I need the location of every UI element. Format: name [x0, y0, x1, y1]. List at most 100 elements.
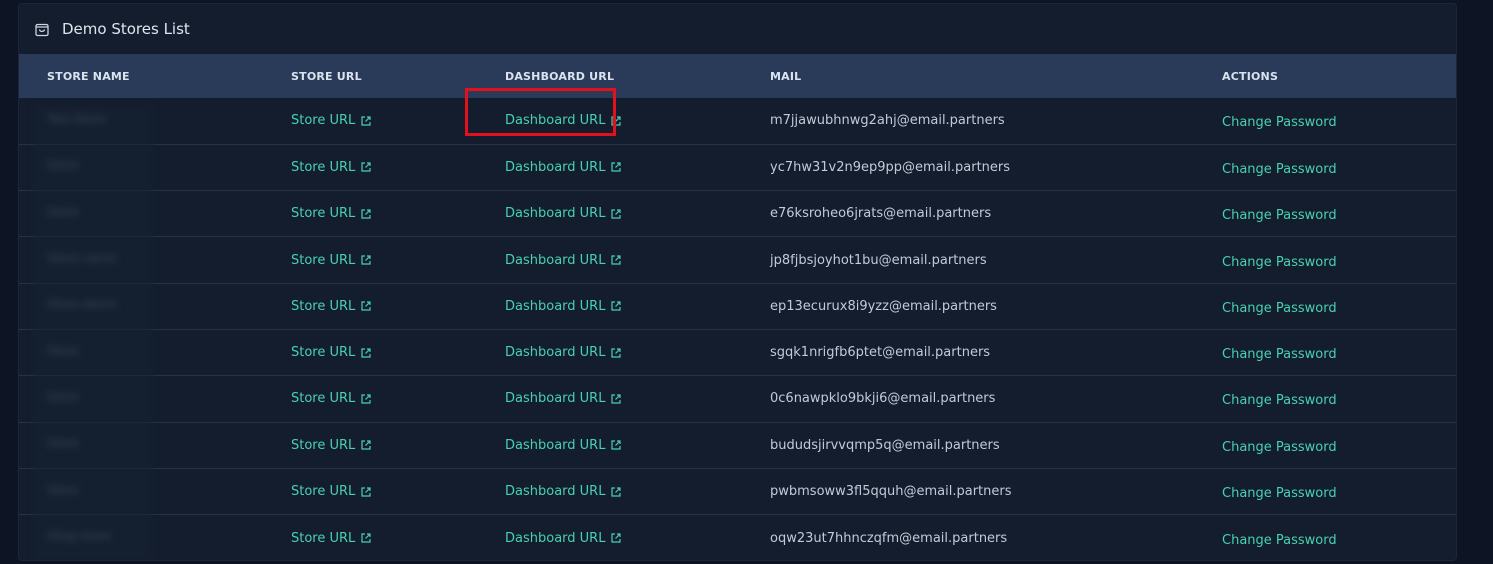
- store-url-link[interactable]: Store URL: [291, 299, 372, 314]
- dashboard-url-link[interactable]: Dashboard URL: [505, 484, 622, 499]
- store-url-link[interactable]: Store URL: [291, 438, 372, 453]
- mail-address: e76ksroheo6jrats@email.partners: [770, 206, 992, 222]
- store-url-label: Store URL: [291, 484, 356, 500]
- mail-address: m7jjawubhnwg2ahj@email.partners: [770, 113, 1005, 129]
- table-row: Store Store URL Dashboard URL: [19, 422, 1456, 469]
- store-url-label: Store URL: [291, 298, 356, 314]
- external-link-icon: [611, 440, 622, 450]
- dashboard-url-link[interactable]: Dashboard URL: [505, 206, 622, 221]
- store-url-link[interactable]: Store URL: [291, 531, 372, 546]
- mail-address: yc7hw31v2n9ep9pp@email.partners: [770, 159, 1011, 175]
- table-row: Store Store URL Dashboard URL: [19, 191, 1456, 237]
- dashboard-url-label: Dashboard URL: [505, 159, 606, 175]
- change-password-link[interactable]: Change Password: [1222, 440, 1337, 455]
- change-password-link[interactable]: Change Password: [1222, 208, 1337, 223]
- mail-address: oqw23ut7hhnczqfm@email.partners: [770, 530, 1008, 546]
- panel-header: Demo Stores List: [19, 4, 1456, 54]
- dashboard-url-label: Dashboard URL: [505, 484, 606, 500]
- store-url-link[interactable]: Store URL: [291, 206, 372, 221]
- column-header-dashboard-url: DASHBOARD URL: [505, 69, 615, 83]
- change-password-link[interactable]: Change Password: [1222, 486, 1337, 501]
- table-row: Store Store URL Dashboard URL: [19, 468, 1456, 515]
- dashboard-url-label: Dashboard URL: [505, 437, 606, 453]
- change-password-link[interactable]: Change Password: [1222, 255, 1337, 270]
- external-link-icon: [361, 394, 371, 404]
- external-link-icon: [361, 533, 371, 543]
- store-url-label: Store URL: [291, 159, 356, 175]
- change-password-link[interactable]: Change Password: [1222, 533, 1337, 548]
- store-url-label: Store URL: [291, 530, 356, 546]
- store-url-link[interactable]: Store URL: [291, 160, 372, 175]
- dashboard-url-label: Dashboard URL: [505, 113, 606, 129]
- store-url-label: Store URL: [291, 345, 356, 361]
- external-link-icon: [611, 301, 622, 311]
- column-header-mail: MAIL: [770, 69, 802, 83]
- external-link-icon: [361, 255, 371, 265]
- change-password-link[interactable]: Change Password: [1222, 347, 1337, 362]
- store-name: Store: [47, 482, 79, 497]
- store-name: Shop store: [47, 529, 112, 544]
- store-url-link[interactable]: Store URL: [291, 113, 372, 128]
- external-link-icon: [611, 209, 622, 219]
- table-row: Store Store URL Dashboard URL: [19, 329, 1456, 376]
- table-row: Store Store URL Dashboard URL: [19, 376, 1456, 423]
- external-link-icon: [611, 162, 622, 173]
- dashboard-url-link[interactable]: Dashboard URL: [505, 391, 622, 406]
- column-header-store-name: STORE NAME: [47, 69, 130, 83]
- change-password-link[interactable]: Change Password: [1222, 393, 1337, 408]
- store-url-link[interactable]: Store URL: [291, 484, 372, 499]
- external-link-icon: [611, 533, 622, 543]
- external-link-icon: [361, 440, 371, 450]
- dashboard-url-label: Dashboard URL: [505, 391, 606, 407]
- store-name: Store: [47, 343, 79, 358]
- dashboard-url-link[interactable]: Dashboard URL: [505, 253, 622, 268]
- change-password-link[interactable]: Change Password: [1222, 162, 1337, 177]
- mail-address: pwbmsoww3fl5qquh@email.partners: [770, 484, 1012, 500]
- dashboard-url-link[interactable]: Dashboard URL: [505, 438, 622, 453]
- external-link-icon: [361, 209, 371, 219]
- table-row: Store Store URL Dashboard URL: [19, 144, 1456, 191]
- external-link-icon: [611, 116, 622, 126]
- store-url-label: Store URL: [291, 113, 356, 129]
- mail-address: ep13ecurux8i9yzz@email.partners: [770, 298, 997, 314]
- store-url-label: Store URL: [291, 437, 356, 453]
- change-password-link[interactable]: Change Password: [1222, 115, 1337, 130]
- store-name: Store: [47, 158, 79, 173]
- mail-address: jp8fjbsjoyhot1bu@email.partners: [770, 252, 987, 268]
- external-link-icon: [361, 301, 371, 311]
- table-header-row: STORE NAME STORE URL DASHBOARD URL MAIL …: [19, 54, 1456, 98]
- dashboard-url-link[interactable]: Dashboard URL: [505, 160, 622, 175]
- dashboard-url-link[interactable]: Dashboard URL: [505, 113, 622, 128]
- external-link-icon: [611, 394, 622, 404]
- store-name: Store: [47, 204, 79, 219]
- shopping-bag-icon: [34, 21, 50, 37]
- store-name: Store: [47, 389, 79, 404]
- external-link-icon: [361, 116, 371, 126]
- dashboard-url-link[interactable]: Dashboard URL: [505, 531, 622, 546]
- store-url-link[interactable]: Store URL: [291, 253, 372, 268]
- dashboard-url-label: Dashboard URL: [505, 530, 606, 546]
- dashboard-url-link[interactable]: Dashboard URL: [505, 345, 622, 360]
- store-name: Store: [47, 436, 79, 451]
- change-password-link[interactable]: Change Password: [1222, 301, 1337, 316]
- stores-table: STORE NAME STORE URL DASHBOARD URL MAIL …: [19, 54, 1456, 560]
- store-url-link[interactable]: Store URL: [291, 345, 372, 360]
- mail-address: 0c6nawpklo9bkji6@email.partners: [770, 391, 996, 407]
- store-name: Store name: [47, 251, 117, 266]
- table-row: Store demo Store URL Dashboard URL ep13e…: [19, 283, 1456, 330]
- panel-title: Demo Stores List: [62, 20, 190, 38]
- dashboard-url-label: Dashboard URL: [505, 345, 606, 361]
- store-url-label: Store URL: [291, 206, 356, 222]
- external-link-icon: [611, 255, 622, 265]
- column-header-actions: ACTIONS: [1222, 69, 1279, 83]
- table-row: Shop store Store URL Dashboard URL oqw23…: [19, 515, 1456, 560]
- store-url-link[interactable]: Store URL: [291, 391, 372, 406]
- demo-stores-panel: Demo Stores List STORE NAME STORE URL DA…: [18, 3, 1457, 561]
- store-name: Test Store: [47, 111, 107, 126]
- column-header-store-url: STORE URL: [291, 69, 362, 83]
- dashboard-url-label: Dashboard URL: [505, 252, 606, 268]
- store-name: Store demo: [47, 297, 117, 312]
- dashboard-url-link[interactable]: Dashboard URL: [505, 299, 622, 314]
- table-row: Test Store Store URL Dashboard URL m7jja…: [19, 98, 1456, 145]
- external-link-icon: [611, 486, 622, 497]
